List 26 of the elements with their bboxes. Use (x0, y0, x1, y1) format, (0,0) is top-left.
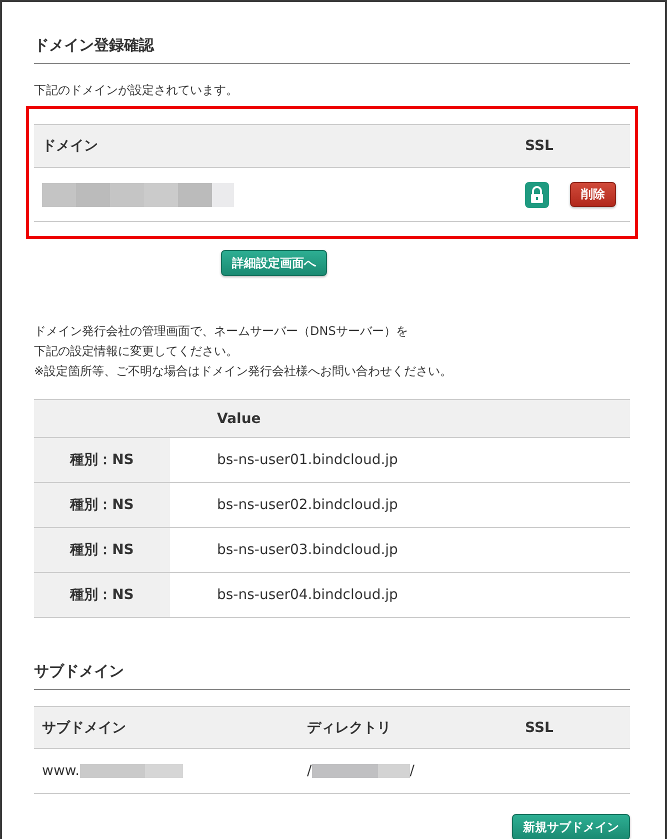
column-header: サブドメイン (41, 718, 127, 738)
directory-text: / (410, 763, 414, 779)
nameserver-cell-text: bs-ns-user01.bindcloud.jp (216, 451, 399, 470)
subdomain-text: www. (42, 763, 80, 779)
column-header: ドメイン (41, 137, 99, 156)
instruction-text: 下記の設定情報に変更してください。 (34, 343, 239, 360)
column-header: SSL (524, 718, 554, 738)
new-subdomain-button[interactable]: 新規サブドメイン (512, 814, 630, 839)
nameserver-cell-text: bs-ns-user03.bindcloud.jp (216, 541, 399, 560)
record-type-cell: 種別：NS (34, 573, 170, 617)
nameserver-cell-text: bs-ns-user02.bindcloud.jp (216, 496, 399, 515)
record-type-cell: 種別：NS (34, 438, 170, 482)
column-header: SSL (525, 137, 554, 156)
section-title: ドメイン登録確認 (34, 36, 630, 64)
directory-text: / (307, 763, 312, 779)
delete-button[interactable]: 削除 (570, 182, 616, 207)
record-type-cell: 種別：NS (34, 528, 170, 572)
instruction-text: ※設定箇所等、ご不明な場合はドメイン発行会社様へお問い合わせください。 (34, 363, 454, 380)
detail-settings-button[interactable]: 詳細設定画面へ (221, 250, 327, 276)
instruction-text: ドメイン発行会社の管理画面で、ネームサーバー（DNSサーバー）を (34, 323, 409, 340)
column-header: Value (216, 410, 262, 428)
intro-text: 下記のドメインが設定されています。 (34, 82, 239, 99)
section-title: サブドメイン (34, 662, 630, 690)
nameserver-cell-text: bs-ns-user04.bindcloud.jp (216, 586, 399, 605)
column-header: ディレクトリ (306, 718, 392, 738)
record-type-cell: 種別：NS (34, 483, 170, 527)
